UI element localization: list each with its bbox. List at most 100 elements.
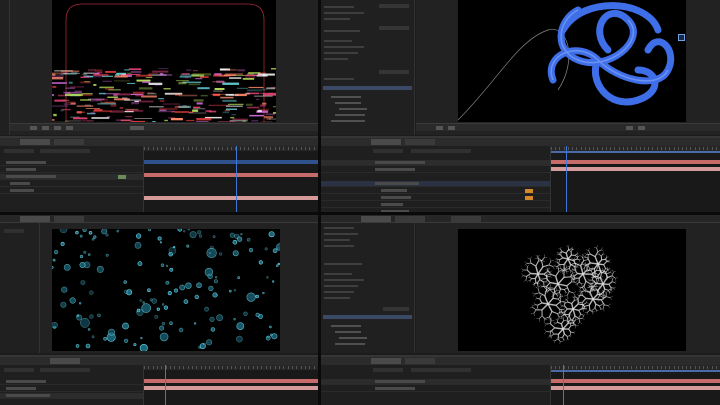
layer-list[interactable] bbox=[321, 365, 551, 405]
magnification-icon[interactable] bbox=[436, 126, 443, 130]
effect-property[interactable] bbox=[324, 52, 358, 54]
layer-search-input[interactable] bbox=[411, 149, 471, 153]
tab-comp-2[interactable] bbox=[451, 216, 481, 222]
layer-row[interactable] bbox=[0, 393, 143, 399]
layer-list[interactable] bbox=[321, 146, 551, 212]
timeline-panel[interactable] bbox=[321, 355, 720, 405]
track-bar[interactable] bbox=[144, 160, 318, 164]
timeline-tracks[interactable] bbox=[144, 365, 318, 405]
tab-effect-controls[interactable] bbox=[361, 216, 391, 222]
track-bar[interactable] bbox=[551, 167, 720, 171]
viewer-toolbar[interactable] bbox=[416, 123, 720, 131]
layer-row[interactable] bbox=[321, 202, 550, 208]
playhead[interactable] bbox=[566, 146, 568, 212]
transform-handle[interactable] bbox=[678, 34, 685, 41]
effect-property[interactable] bbox=[324, 273, 352, 275]
layer-row[interactable] bbox=[321, 160, 550, 166]
grid-icon[interactable] bbox=[66, 126, 73, 130]
layer-row[interactable] bbox=[321, 188, 550, 194]
composition-viewer[interactable] bbox=[40, 223, 318, 353]
timeline-tracks[interactable] bbox=[551, 365, 720, 405]
layer-row[interactable] bbox=[0, 188, 143, 194]
layer-row[interactable] bbox=[321, 386, 550, 392]
tab-render-queue[interactable] bbox=[405, 139, 435, 145]
layer-list[interactable] bbox=[0, 365, 144, 405]
timecode-field[interactable] bbox=[373, 149, 403, 153]
effect-dropdown[interactable] bbox=[379, 26, 409, 30]
timeline-panel[interactable] bbox=[0, 136, 318, 212]
tree-item[interactable] bbox=[339, 337, 367, 339]
tab-layer[interactable] bbox=[54, 216, 84, 222]
tree-item[interactable] bbox=[331, 325, 361, 327]
layer-list[interactable] bbox=[0, 146, 144, 212]
effect-property-selected[interactable] bbox=[323, 86, 412, 90]
resolution-icon[interactable] bbox=[42, 126, 49, 130]
effect-property[interactable] bbox=[324, 227, 354, 229]
layer-search-input[interactable] bbox=[411, 368, 471, 372]
timeline-tabs[interactable] bbox=[321, 357, 720, 365]
composition-viewer[interactable] bbox=[416, 223, 720, 353]
tree-item[interactable] bbox=[331, 96, 361, 98]
panel-tab-strip[interactable] bbox=[0, 215, 318, 223]
composition-canvas[interactable] bbox=[52, 229, 280, 351]
timeline-tabs[interactable] bbox=[321, 138, 720, 146]
effect-property[interactable] bbox=[324, 263, 362, 265]
channel-icon[interactable] bbox=[130, 126, 144, 130]
tree-item[interactable] bbox=[335, 102, 361, 104]
viewer-toolbar[interactable] bbox=[10, 123, 318, 131]
resolution-icon[interactable] bbox=[448, 126, 455, 130]
track-bar[interactable] bbox=[144, 196, 318, 200]
playhead[interactable] bbox=[164, 365, 166, 405]
tab-comp[interactable] bbox=[20, 139, 50, 145]
effect-controls-panel[interactable] bbox=[321, 223, 415, 353]
tree-item[interactable] bbox=[331, 120, 365, 122]
effect-property[interactable] bbox=[324, 233, 358, 235]
timeline-panel[interactable] bbox=[321, 136, 720, 212]
grid-icon[interactable] bbox=[638, 126, 645, 130]
layer-row[interactable] bbox=[0, 181, 143, 187]
timeline-tracks[interactable] bbox=[144, 146, 318, 212]
timeline-tracks[interactable] bbox=[551, 146, 720, 212]
tab-comp[interactable] bbox=[371, 358, 401, 364]
camera-icon[interactable] bbox=[626, 126, 633, 130]
playhead[interactable] bbox=[562, 365, 564, 405]
timecode-field[interactable] bbox=[4, 149, 34, 153]
effect-property[interactable] bbox=[324, 279, 364, 281]
project-panel[interactable] bbox=[0, 223, 40, 353]
effect-property[interactable] bbox=[324, 297, 350, 299]
timeline-tabs[interactable] bbox=[0, 138, 318, 146]
composition-canvas[interactable] bbox=[458, 229, 686, 351]
composition-viewer[interactable] bbox=[416, 0, 720, 135]
effect-controls-panel[interactable] bbox=[321, 0, 415, 135]
effect-dropdown[interactable] bbox=[379, 70, 409, 74]
project-item[interactable] bbox=[4, 229, 24, 233]
track-bar[interactable] bbox=[551, 160, 720, 164]
track-bar[interactable] bbox=[144, 386, 318, 390]
composition-viewer[interactable] bbox=[10, 0, 318, 135]
layer-row[interactable] bbox=[321, 167, 550, 173]
layer-row[interactable] bbox=[321, 379, 550, 385]
tab-render-queue[interactable] bbox=[405, 358, 435, 364]
layer-search-input[interactable] bbox=[40, 368, 90, 372]
panel-tab-strip[interactable] bbox=[321, 215, 720, 223]
effect-property[interactable] bbox=[324, 6, 354, 8]
time-ruler[interactable] bbox=[144, 146, 318, 151]
layer-row[interactable] bbox=[321, 195, 550, 201]
tab-comp[interactable] bbox=[50, 358, 80, 364]
time-ruler[interactable] bbox=[144, 365, 318, 370]
layer-row[interactable] bbox=[0, 379, 143, 385]
tab-comp[interactable] bbox=[20, 216, 50, 222]
playhead[interactable] bbox=[236, 146, 238, 212]
effect-property[interactable] bbox=[324, 18, 350, 20]
layer-row[interactable] bbox=[0, 160, 143, 166]
tree-item[interactable] bbox=[335, 343, 365, 345]
track-bar[interactable] bbox=[551, 379, 720, 383]
layer-row[interactable] bbox=[321, 181, 550, 187]
effect-property[interactable] bbox=[324, 46, 364, 48]
timeline-panel[interactable] bbox=[0, 355, 318, 405]
effect-property[interactable] bbox=[324, 78, 354, 80]
camera-icon[interactable] bbox=[54, 126, 61, 130]
timecode-field[interactable] bbox=[373, 368, 403, 372]
tab-comp[interactable] bbox=[371, 139, 401, 145]
work-area-bar[interactable] bbox=[551, 370, 720, 372]
